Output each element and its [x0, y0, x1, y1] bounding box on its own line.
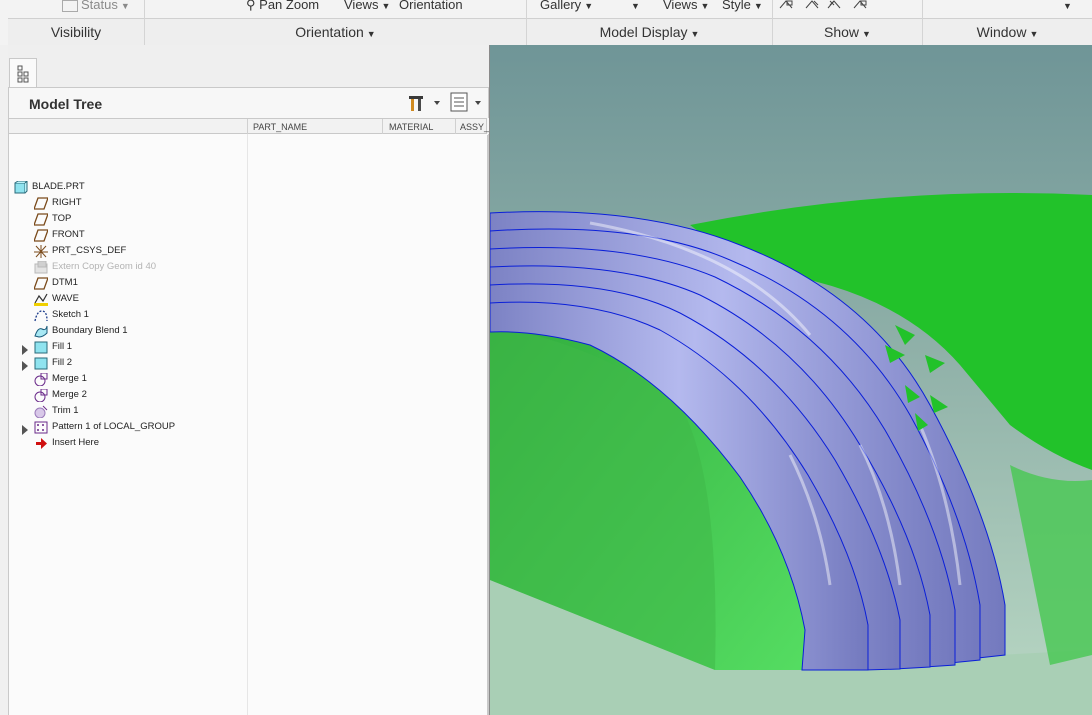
- graphics-viewport[interactable]: [490, 45, 1092, 715]
- column-header-part-name[interactable]: PART_NAME: [253, 122, 307, 132]
- trim-icon: [34, 405, 48, 418]
- model-tree-body: BLADE.PRT RIGHT TOP FRONT PRT_CSYS_DEF E…: [8, 134, 489, 715]
- sketch-icon: [34, 310, 48, 322]
- column-divider[interactable]: [247, 119, 248, 134]
- pan-zoom-button[interactable]: ⚲ Pan Zoom: [246, 0, 319, 17]
- visibility-group[interactable]: Visibility: [8, 18, 144, 46]
- model-tree-icon: [17, 65, 29, 83]
- columns-list-icon: [450, 92, 481, 112]
- datum-plane-icon: [34, 229, 48, 242]
- chevron-down-icon: ▼: [1063, 1, 1072, 11]
- model-tree-title: Model Tree: [29, 96, 103, 112]
- chevron-down-icon: ▼: [753, 1, 763, 11]
- orientation-group[interactable]: Orientation ▼: [145, 18, 526, 46]
- show-axis-icon: [805, 0, 819, 9]
- boundary-blend-icon: [34, 325, 48, 338]
- column-divider[interactable]: [382, 119, 383, 134]
- show-point-icon: [827, 0, 841, 9]
- status-button[interactable]: Status ▼: [62, 0, 130, 17]
- display-views-button[interactable]: Views ▼: [663, 0, 709, 17]
- csys-icon: [34, 245, 48, 258]
- ribbon: Status ▼ ⚲ Pan Zoom Views ▼ Orientation Ga…: [0, 0, 1092, 46]
- insert-arrow-icon: [36, 438, 47, 449]
- column-divider[interactable]: [455, 119, 456, 134]
- show-icons-row: [779, 0, 867, 9]
- show-group[interactable]: Show ▼: [773, 18, 922, 46]
- chevron-down-icon: ▼: [584, 1, 594, 11]
- column-grid-line: [247, 134, 248, 715]
- chevron-down-icon: ▼: [631, 1, 640, 11]
- expand-arrow-icon[interactable]: [21, 345, 29, 355]
- chevron-down-icon: ▼: [120, 1, 130, 11]
- chevron-down-icon: ▼: [862, 29, 871, 39]
- model-3d-render: [490, 45, 1092, 715]
- tree-settings-icon: [409, 96, 440, 111]
- tab-model-tree[interactable]: [9, 58, 37, 87]
- orientation-button[interactable]: Orientation: [399, 0, 463, 17]
- column-header-assy[interactable]: ASSY_: [460, 122, 489, 132]
- model-tree-header: Model Tree: [8, 88, 489, 118]
- status-icon: [62, 0, 78, 12]
- pattern-icon: [34, 421, 48, 434]
- window-group[interactable]: Window ▼: [923, 18, 1092, 46]
- copy-geom-icon: [34, 261, 48, 274]
- fill-icon: [34, 357, 48, 370]
- fill-icon: [34, 341, 48, 354]
- datum-plane-icon: [34, 213, 48, 226]
- show-columns-button[interactable]: [450, 91, 486, 116]
- chevron-down-icon: ▼: [366, 29, 376, 39]
- merge-icon: [34, 389, 48, 402]
- chevron-down-icon: ▼: [690, 29, 700, 39]
- column-header-material[interactable]: MATERIAL: [389, 122, 433, 132]
- window-dropdown[interactable]: ▼: [1060, 0, 1072, 17]
- views-button[interactable]: Views ▼: [344, 0, 390, 17]
- datum-plane-icon: [34, 277, 48, 290]
- part-icon: [14, 181, 28, 194]
- curve-icon: [34, 293, 48, 306]
- tree-settings-button[interactable]: [407, 91, 443, 116]
- datum-plane-icon: [34, 197, 48, 210]
- navigator-tab-strip: [8, 45, 489, 88]
- gallery-button[interactable]: Gallery ▼: [540, 0, 593, 17]
- chevron-down-icon: ▼: [700, 1, 710, 11]
- expand-arrow-icon[interactable]: [21, 361, 29, 371]
- show-datum-icon: [779, 0, 793, 9]
- gallery-dropdown[interactable]: ▼: [628, 0, 640, 17]
- chevron-down-icon: ▼: [381, 1, 391, 11]
- show-csys-icon: [853, 0, 867, 9]
- tree-column-headers: PART_NAME MATERIAL ASSY_: [8, 118, 489, 134]
- expand-arrow-icon[interactable]: [21, 425, 29, 435]
- merge-icon: [34, 373, 48, 386]
- navigator-panel: Model Tree PART_NAME MATERIAL ASSY_ BLAD…: [8, 45, 489, 715]
- magnifier-icon: ⚲: [246, 0, 256, 12]
- style-button[interactable]: Style ▼: [722, 0, 763, 17]
- model-display-group[interactable]: Model Display ▼: [527, 18, 772, 46]
- chevron-down-icon: ▼: [1029, 29, 1039, 39]
